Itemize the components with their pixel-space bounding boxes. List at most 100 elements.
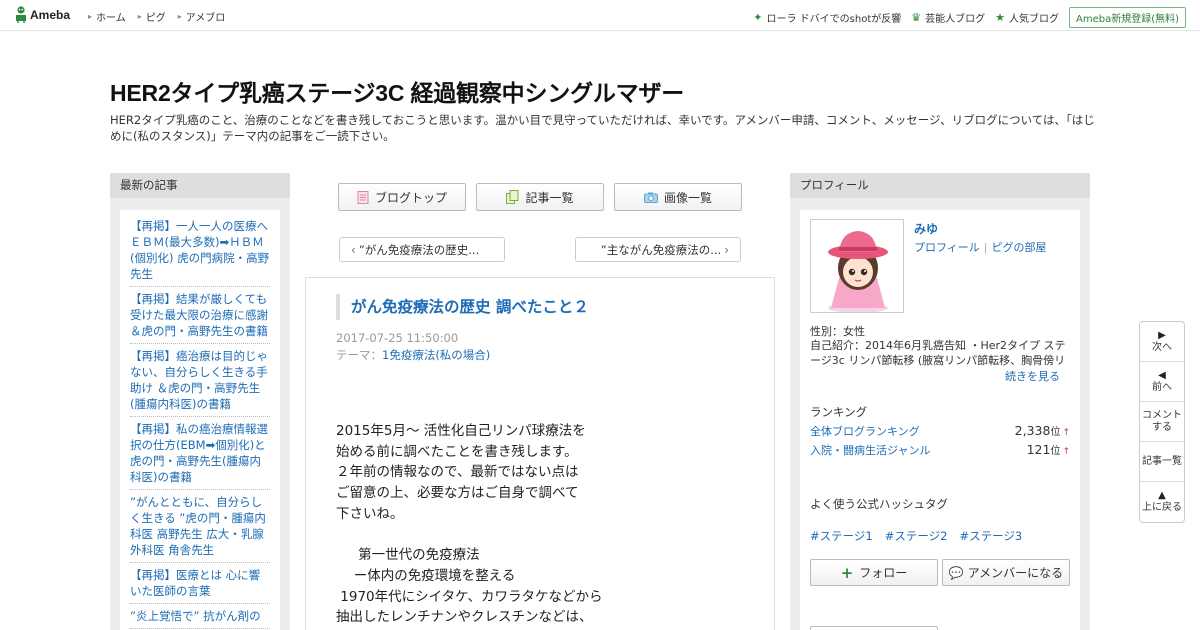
celebrity-blog-link[interactable]: ♛ 芸能人ブログ [911, 10, 985, 25]
avatar-illustration [828, 231, 888, 312]
message-button[interactable] [810, 626, 938, 630]
amember-label: アメンバーになる [967, 566, 1064, 580]
ranking-heading: ランキング [810, 405, 868, 419]
hashtag-heading: よく使う公式ハッシュタグ [810, 497, 948, 511]
list-item[interactable]: 【再掲】医療とは 心に響いた医師の言葉 [130, 565, 270, 604]
ranking-overall-link[interactable]: 全体ブログランキング [810, 423, 920, 439]
rank-number: 121 [1026, 442, 1051, 457]
entry-theme-link[interactable]: 1免疫療法(私の場合) [382, 348, 490, 362]
ranking-row: 入院・闘病生活ジャンル 121位 ↑ [810, 442, 1070, 458]
profile-link[interactable]: プロフィール [914, 241, 980, 254]
triangle-up-icon: ▲ [1158, 490, 1166, 501]
chevron-right-icon: ▸ [177, 12, 182, 21]
entry-theme: テーマ：1免疫療法(私の場合) [336, 347, 490, 363]
side-next-button[interactable]: ▶ 次へ [1140, 322, 1184, 362]
chevron-left-icon: ‹ [351, 242, 356, 257]
hashtag-link[interactable]: #ステージ2 [885, 528, 948, 544]
pigg-room-link[interactable]: ピグの部屋 [992, 241, 1047, 254]
plus-icon: + [840, 563, 854, 582]
list-item[interactable]: 【再掲】結果が厳しくても受けた最大限の治療に感謝 ＆虎の門・高野先生の書籍 [130, 289, 270, 344]
entry-line: 1970年代にシイタケ、カワラタケなどから [336, 588, 603, 605]
global-header: Ameba ▸ ホーム ▸ ピグ ▸ アメブロ ✦ ローラ ドバイでのshotが反響 ♛… [0, 0, 1200, 31]
list-item[interactable]: 【再掲】一人一人の医療へ ＥＢＭ(最大多数)➡ＨＢＭ(個別化) 虎の門病院・高野… [130, 216, 270, 287]
register-button[interactable]: Ameba新規登録(無料) [1068, 7, 1186, 28]
prev-entry-link[interactable]: ‹ ”がん免疫療法の歴史... [339, 237, 505, 262]
blog-tabs: ブログトップ 記事一覧 画像一覧 [338, 183, 752, 211]
profile-name[interactable]: みゆ [914, 220, 938, 237]
entry-line: 第一世代の免疫療法 [336, 547, 480, 564]
sparkle-icon: ✦ [753, 11, 763, 24]
read-more-link[interactable]: 続きを見る [1005, 368, 1060, 384]
latest-entries-list: 【再掲】一人一人の医療へ ＥＢＭ(最大多数)➡ＨＢＭ(個別化) 虎の門病院・高野… [120, 210, 280, 630]
tab-image-list[interactable]: 画像一覧 [614, 183, 742, 211]
popular-blog-link[interactable]: ★ 人気ブログ [995, 10, 1059, 25]
ameba-logo[interactable]: Ameba [14, 6, 70, 23]
ranking-genre-link[interactable]: 入院・闘病生活ジャンル [810, 442, 930, 458]
blog-title[interactable]: HER2タイプ乳癌ステージ3C 経過観察中シングルマザー [110, 74, 684, 108]
chevron-right-icon: › [724, 242, 729, 257]
entry-title[interactable]: がん免疫療法の歴史 調べたこと２ [336, 294, 589, 320]
next-entry-label: ”主ながん免疫療法の... [600, 242, 722, 257]
follow-label: フォロー [859, 566, 908, 580]
nav-home[interactable]: ▸ ホーム [88, 9, 126, 24]
side-entry-list-label: 記事一覧 [1142, 455, 1182, 467]
trend-up-icon: ↑ [1062, 428, 1070, 438]
side-comment-label-2: する [1152, 421, 1172, 433]
nav-ameblo[interactable]: ▸ アメブロ [178, 9, 226, 24]
tab-image-list-label: 画像一覧 [663, 190, 712, 205]
document-icon [357, 190, 369, 204]
entry-body: 2015年5月～ 活性化自己リンパ球療法を 始める前に調べたことを書き残します。… [336, 421, 766, 628]
side-comment-button[interactable]: コメント する [1140, 402, 1184, 442]
next-entry-link[interactable]: ”主ながん免疫療法の... › [575, 237, 741, 262]
global-nav: ▸ ホーム ▸ ピグ ▸ アメブロ [88, 9, 237, 24]
tab-entry-list-label: 記事一覧 [525, 190, 574, 205]
chat-bubble-icon: 💬 [948, 565, 964, 580]
entry-line: ２年前の情報なので、最新ではない点は [336, 464, 579, 481]
ranking-row: 全体ブログランキング 2,338位 ↑ [810, 423, 1070, 439]
nav-home-label: ホーム [96, 13, 126, 24]
star-icon: ★ [995, 11, 1005, 24]
tab-blog-top[interactable]: ブログトップ [338, 183, 466, 211]
amember-button[interactable]: 💬 アメンバーになる [942, 559, 1070, 586]
entry-line: 下さいね。 [336, 505, 404, 522]
hashtag-link[interactable]: #ステージ1 [810, 528, 873, 544]
chevron-right-icon: ▸ [137, 12, 142, 21]
trend-up-icon: ↑ [1062, 447, 1070, 457]
list-item[interactable]: 【再掲】私の癌治療情報選択の仕方(EBM➡個別化)と虎の門・高野先生(腫瘍内科医… [130, 419, 270, 490]
side-back-to-top-label: 上に戻る [1142, 502, 1182, 513]
entry-line [336, 525, 766, 546]
separator: | [983, 241, 988, 254]
list-item[interactable]: 【再掲】癌治療は目的じゃない、自分らしく生きる手助け ＆虎の門・高野先生(腫瘍内… [130, 346, 270, 417]
list-item[interactable]: ”炎上覚悟で” 抗がん剤の [130, 606, 270, 629]
entry-theme-label: テーマ： [336, 348, 382, 362]
news-link[interactable]: ✦ ローラ ドバイでのshotが反響 [753, 10, 901, 25]
list-item[interactable]: ”がんとともに、自分らしく生きる ”虎の門・腫瘍内科医 高野先生 広大・乳腺外科… [130, 492, 270, 563]
celebrity-label: 芸能人ブログ [925, 14, 986, 25]
side-back-to-top-button[interactable]: ▲ 上に戻る [1140, 482, 1184, 522]
rank-unit: 位 [1050, 427, 1061, 438]
side-prev-button[interactable]: ◀ 前へ [1140, 362, 1184, 402]
ranking-overall-value: 2,338位 ↑ [1015, 423, 1070, 439]
chevron-right-icon: ▸ [88, 12, 93, 21]
article: がん免疫療法の歴史 調べたこと２ 2017-07-25 11:50:00 テーマ… [305, 277, 775, 630]
crown-icon: ♛ [911, 11, 922, 24]
entry-line: ー体内の免疫環境を整える [336, 567, 516, 584]
tab-entry-list[interactable]: 記事一覧 [476, 183, 604, 211]
profile-intro: 自己紹介：2014年6月乳癌告知 ・Her2タイプ ステージ3c リンパ節転移 … [810, 339, 1066, 367]
hashtag-link[interactable]: #ステージ3 [959, 528, 1022, 544]
camera-icon [643, 192, 658, 203]
blog-description: HER2タイプ乳癌のこと、治療のことなどを書き残しておこうと思います。温かい目で… [110, 113, 1095, 143]
hashtag-list: #ステージ1 #ステージ2 #ステージ3 [810, 528, 1034, 544]
logo-text: Ameba [30, 7, 71, 22]
side-entry-list-button[interactable]: 記事一覧 [1140, 442, 1184, 482]
profile-heading: プロフィール [790, 173, 1090, 198]
nav-ameblo-label: アメブロ [185, 13, 226, 24]
nav-pigg[interactable]: ▸ ピグ [138, 9, 166, 24]
entry-line: ご留意の上、必要な方はご自身で調べて [336, 485, 579, 502]
follow-button[interactable]: + フォロー [810, 559, 938, 586]
avatar[interactable] [810, 219, 904, 313]
side-comment-label: コメント [1142, 409, 1182, 421]
news-label: ローラ ドバイでのshotが反響 [766, 14, 902, 25]
latest-entries-heading: 最新の記事 [110, 173, 290, 198]
tab-blog-top-label: ブログトップ [374, 190, 447, 205]
